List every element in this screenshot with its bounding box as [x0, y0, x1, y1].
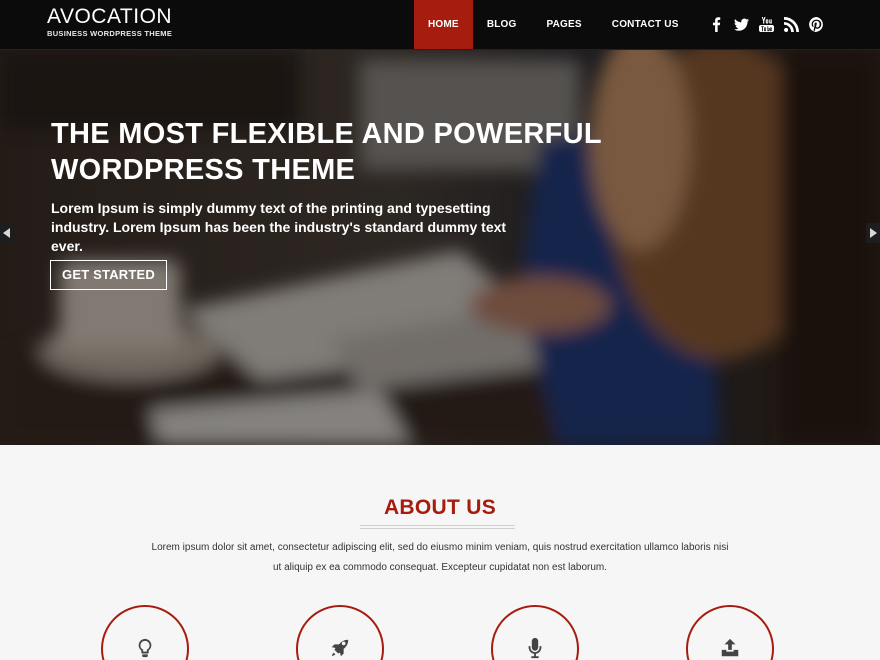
nav-pages[interactable]: PAGES: [531, 0, 598, 49]
pinterest-icon[interactable]: [808, 14, 825, 34]
slider-prev-arrow[interactable]: [0, 223, 14, 243]
slider-next-arrow[interactable]: [866, 223, 880, 243]
rss-icon[interactable]: [783, 14, 800, 34]
about-section: ABOUT US Lorem ipsum dolor sit amet, con…: [0, 445, 880, 660]
logo-tagline: BUSINESS WORDPRESS THEME: [47, 29, 173, 38]
site-header: AVOCATION BUSINESS WORDPRESS THEME HOME …: [0, 0, 880, 50]
chevron-right-icon: [870, 228, 877, 238]
rocket-icon: [331, 639, 349, 657]
facebook-icon[interactable]: [708, 14, 725, 34]
feature-circle-lightbulb[interactable]: [101, 605, 189, 660]
youtube-icon[interactable]: [758, 14, 775, 34]
hero-title: THE MOST FLEXIBLE AND POWERFUL WORDPRESS…: [51, 118, 602, 186]
title-divider: [360, 525, 515, 529]
chevron-left-icon: [3, 228, 10, 238]
about-title: ABOUT US: [383, 496, 497, 519]
lightbulb-icon: [138, 638, 152, 658]
twitter-icon[interactable]: [733, 14, 750, 34]
site-logo[interactable]: AVOCATION BUSINESS WORDPRESS THEME: [47, 6, 173, 39]
about-text: Lorem ipsum dolor sit amet, consectetur …: [151, 542, 729, 573]
feature-circle-upload[interactable]: [686, 605, 774, 660]
logo-title[interactable]: AVOCATION: [47, 6, 172, 28]
nav-home[interactable]: HOME: [414, 0, 473, 49]
social-links: [708, 14, 825, 34]
feature-circle-microphone[interactable]: [491, 605, 579, 660]
microphone-icon: [528, 637, 542, 659]
nav-contact-us[interactable]: CONTACT US: [598, 0, 693, 49]
upload-icon: [721, 638, 739, 657]
hero-subtitle: Lorem Ipsum is simply dummy text of the …: [51, 200, 507, 254]
get-started-button[interactable]: GET STARTED: [50, 260, 167, 290]
feature-circle-rocket[interactable]: [296, 605, 384, 660]
nav-blog[interactable]: BLOG: [473, 0, 531, 49]
hero-slider: THE MOST FLEXIBLE AND POWERFUL WORDPRESS…: [0, 50, 880, 445]
main-nav: HOME BLOG PAGES CONTACT US: [414, 0, 693, 49]
